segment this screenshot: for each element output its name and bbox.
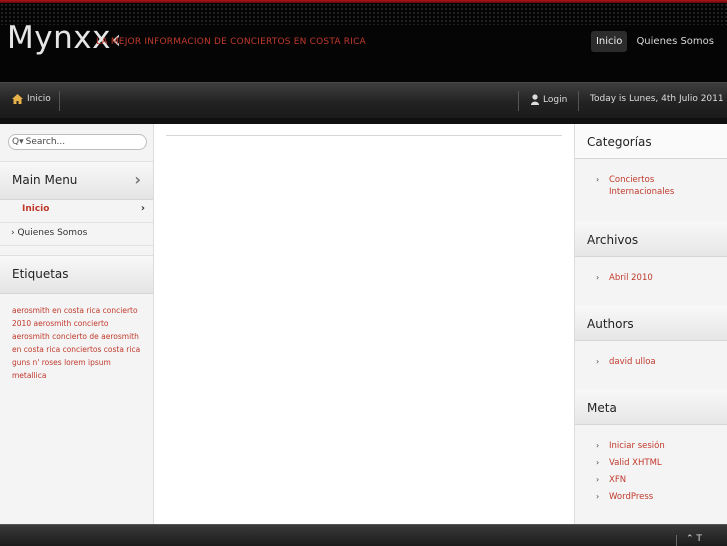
right-sidebar: Categorías › Conciertos Internacionales A… — [574, 124, 727, 524]
main-menu-title: Main Menu — [12, 173, 78, 187]
tag-link[interactable]: lorem ipsum — [64, 358, 111, 367]
chevron-right-icon: › — [596, 273, 600, 282]
navbar-divider — [578, 91, 579, 111]
tag-cloud: aerosmith en costa rica concierto 2010 a… — [12, 304, 144, 382]
chevron-right-icon: › — [596, 357, 600, 366]
tag-link[interactable]: aerosmith en costa rica — [12, 306, 100, 315]
category-link[interactable]: › Conciertos Internacionales — [596, 174, 716, 198]
today-date: Today is Lunes, 4th Julio 2011 — [590, 94, 724, 104]
chevron-right-icon: › — [140, 203, 145, 214]
archives-header: Archivos — [575, 222, 727, 257]
navbar-divider — [59, 91, 60, 111]
arrow-up-icon: ⌃ — [686, 534, 697, 544]
topnav-item-inicio[interactable]: Inicio — [590, 31, 628, 52]
back-to-top-link[interactable]: ⌃ T — [686, 534, 702, 544]
sidebar-item-quienes-somos[interactable]: › Quienes Somos — [0, 222, 153, 246]
site-tagline: LA MEJOR INFORMACION DE CONCIERTOS EN CO… — [96, 37, 366, 47]
site-footer: ⌃ T — [0, 524, 727, 546]
categories-title: Categorías — [587, 135, 652, 149]
meta-link-wordpress[interactable]: › WordPress — [596, 491, 716, 503]
author-link[interactable]: › david ulloa — [596, 356, 716, 368]
archive-link[interactable]: › Abril 2010 — [596, 272, 716, 284]
meta-link-xfn[interactable]: › XFN — [596, 474, 716, 486]
login-label: Login — [543, 94, 568, 105]
meta-link-xhtml[interactable]: › Valid XHTML — [596, 457, 716, 469]
tags-title: Etiquetas — [12, 267, 69, 281]
sidebar-item-inicio[interactable]: Inicio › — [0, 200, 153, 220]
authors-title: Authors — [587, 317, 634, 331]
left-sidebar: Q▾ Search... Main Menu › Inicio › › Quien… — [0, 124, 154, 524]
home-link-label: Inicio — [27, 94, 51, 104]
search-icon: Q▾ — [12, 137, 24, 147]
search-input[interactable]: Q▾ Search... — [8, 134, 147, 150]
archives-list: › Abril 2010 — [596, 272, 716, 289]
meta-link-login[interactable]: › Iniciar sesión — [596, 440, 716, 452]
tag-link[interactable]: guns n' roses — [12, 358, 62, 367]
site-header: Mynxx‹ LA MEJOR INFORMACION DE CONCIERTO… — [0, 0, 727, 82]
sidebar-item-label: › Quienes Somos — [11, 228, 88, 238]
breadcrumb-bar: Inicio Login Today is Lunes, 4th Julio 2… — [0, 82, 727, 119]
authors-header: Authors — [575, 306, 727, 341]
tag-link[interactable]: conciertos costa rica — [63, 345, 141, 354]
search-placeholder: Search... — [25, 137, 66, 147]
home-icon — [12, 94, 23, 104]
topnav-item-quienes-somos[interactable]: Quienes Somos — [631, 31, 719, 52]
chevron-right-icon: › — [596, 175, 600, 184]
footer-divider — [676, 535, 677, 546]
tags-header: Etiquetas — [0, 255, 153, 294]
main-menu-header: Main Menu › — [0, 161, 153, 200]
tag-link[interactable]: metallica — [12, 371, 46, 380]
chevron-right-icon: › — [596, 475, 600, 484]
meta-title: Meta — [587, 401, 617, 415]
content-divider — [166, 135, 562, 136]
categories-header: Categorías — [575, 124, 727, 159]
meta-list: › Iniciar sesión › Valid XHTML › XFN › WordP… — [596, 440, 716, 508]
chevron-right-icon: › — [596, 492, 600, 501]
navbar-divider — [518, 91, 519, 111]
meta-header: Meta — [575, 390, 727, 425]
main-content — [154, 124, 574, 524]
tag-link[interactable]: aerosmith — [33, 319, 71, 328]
user-icon — [531, 94, 539, 105]
categories-list: › Conciertos Internacionales — [596, 174, 716, 203]
top-navigation: Inicio Quienes Somos — [590, 31, 719, 52]
chevron-right-icon: › — [596, 458, 600, 467]
sidebar-item-label: Inicio — [22, 204, 50, 214]
login-link[interactable]: Login — [531, 94, 567, 105]
chevron-right-icon[interactable]: › — [134, 170, 141, 189]
home-link[interactable]: Inicio — [12, 94, 51, 104]
chevron-right-icon: › — [596, 441, 600, 450]
authors-list: › david ulloa — [596, 356, 716, 373]
archives-title: Archivos — [587, 233, 639, 247]
